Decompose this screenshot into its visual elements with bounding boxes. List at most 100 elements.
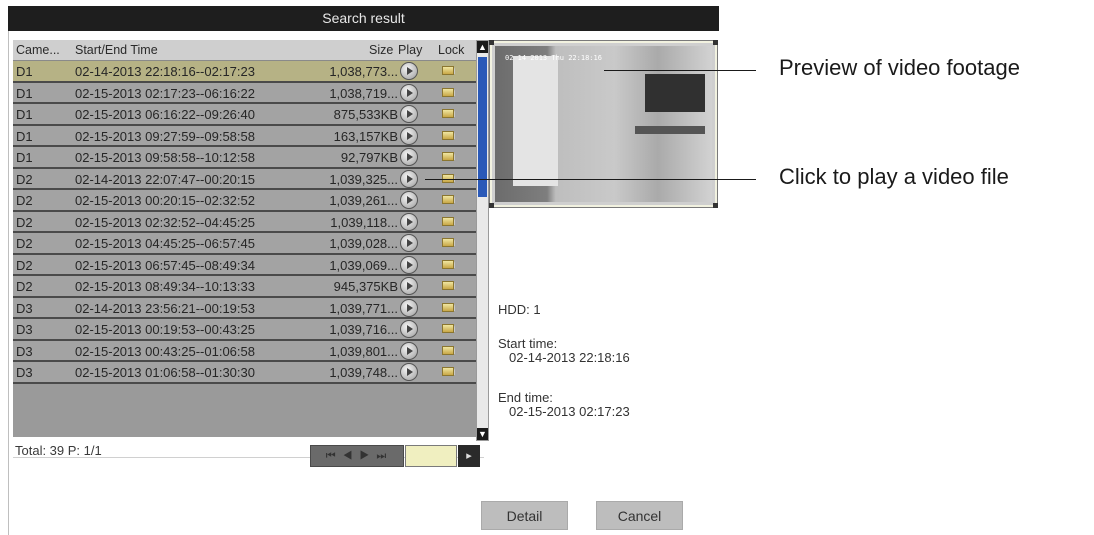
row-time: 02-15-2013 00:19:53--00:43:25 xyxy=(75,322,255,337)
lock-icon[interactable] xyxy=(441,106,457,122)
search-result-dialog: Came... Start/End Time Size Play Lock D1… xyxy=(8,31,719,535)
detail-button[interactable]: Detail xyxy=(481,501,568,530)
play-icon[interactable] xyxy=(400,105,418,123)
row-camera: D2 xyxy=(16,279,33,294)
play-icon[interactable] xyxy=(400,341,418,360)
row-size: 1,038,773... xyxy=(329,64,398,79)
play-icon[interactable] xyxy=(400,169,418,188)
row-camera: D1 xyxy=(16,64,33,79)
callout-line-preview xyxy=(604,70,756,71)
row-time: 02-15-2013 08:49:34--10:13:33 xyxy=(75,279,255,294)
lock-icon[interactable] xyxy=(441,235,457,251)
play-icon[interactable] xyxy=(400,148,418,166)
play-icon[interactable] xyxy=(400,320,418,338)
preview-corner xyxy=(489,40,494,45)
table-row[interactable]: D3 02-15-2013 01:06:58--01:30:30 1,039,748… xyxy=(13,362,483,384)
play-icon[interactable] xyxy=(400,62,418,80)
column-play[interactable]: Play xyxy=(398,43,422,57)
lock-icon[interactable] xyxy=(441,364,457,380)
row-size: 1,039,069... xyxy=(329,257,398,273)
dialog-left-border xyxy=(8,31,9,535)
table-row[interactable]: D2 02-15-2013 02:32:52--04:45:25 1,039,118… xyxy=(13,211,483,233)
table-row[interactable]: D1 02-15-2013 09:27:59--09:58:58 163,157KB xyxy=(13,125,483,147)
scroll-up-icon[interactable]: ▲ xyxy=(477,41,488,53)
lock-icon[interactable] xyxy=(441,343,457,359)
lock-icon[interactable] xyxy=(441,128,457,144)
end-time-label: End time: xyxy=(498,390,553,405)
row-time: 02-14-2013 22:07:47--00:20:15 xyxy=(75,171,255,187)
hdd-label: HDD: 1 xyxy=(498,302,541,317)
table-scrollbar[interactable]: ▲ ▼ xyxy=(476,40,489,441)
table-row[interactable]: D3 02-15-2013 00:43:25--01:06:58 1,039,801… xyxy=(13,340,483,362)
start-time-label: Start time: xyxy=(498,336,558,351)
row-time: 02-15-2013 06:16:22--09:26:40 xyxy=(75,107,255,122)
play-icon[interactable] xyxy=(400,212,418,231)
row-camera: D2 xyxy=(16,214,33,230)
preview-door-shape xyxy=(513,56,558,186)
lock-icon[interactable] xyxy=(441,278,457,294)
row-size: 1,039,325... xyxy=(329,171,398,187)
row-time: 02-15-2013 00:20:15--02:32:52 xyxy=(75,193,255,208)
table-row[interactable]: D1 02-15-2013 02:17:23--06:16:22 1,038,719… xyxy=(13,82,483,104)
lock-icon[interactable] xyxy=(441,300,457,316)
play-icon[interactable] xyxy=(400,191,418,209)
table-body: D1 02-14-2013 22:18:16--02:17:23 1,038,773… xyxy=(13,61,483,384)
row-size: 1,039,748... xyxy=(329,365,398,380)
table-row[interactable]: D2 02-14-2013 22:07:47--00:20:15 1,039,325… xyxy=(13,168,483,190)
play-icon[interactable] xyxy=(400,298,418,317)
play-icon[interactable] xyxy=(400,255,418,274)
table-row[interactable]: D2 02-15-2013 08:49:34--10:13:33 945,375KB xyxy=(13,276,483,298)
column-size[interactable]: Size xyxy=(369,43,393,57)
preview-corner xyxy=(489,203,494,208)
row-camera: D1 xyxy=(16,128,33,144)
table-row[interactable]: D3 02-15-2013 00:19:53--00:43:25 1,039,716… xyxy=(13,319,483,341)
scroll-down-icon[interactable]: ▼ xyxy=(477,428,488,440)
table-header: Came... Start/End Time Size Play Lock xyxy=(13,40,483,61)
table-row[interactable]: D1 02-15-2013 09:58:58--10:12:58 92,797KB xyxy=(13,147,483,169)
lock-icon[interactable] xyxy=(441,63,457,79)
lock-icon[interactable] xyxy=(441,85,457,101)
table-row[interactable]: D3 02-14-2013 23:56:21--00:19:53 1,039,771… xyxy=(13,297,483,319)
lock-icon[interactable] xyxy=(441,321,457,337)
lock-icon[interactable] xyxy=(441,214,457,230)
cancel-button[interactable]: Cancel xyxy=(596,501,683,530)
row-camera: D2 xyxy=(16,236,33,251)
row-size: 1,039,716... xyxy=(329,322,398,337)
row-size: 1,038,719... xyxy=(329,85,398,101)
video-preview: 02 14 2013 Thu 22:18:16 xyxy=(489,40,718,208)
column-lock[interactable]: Lock xyxy=(438,43,464,57)
table-row[interactable]: D2 02-15-2013 04:45:25--06:57:45 1,039,028… xyxy=(13,233,483,255)
table-row[interactable]: D1 02-15-2013 06:16:22--09:26:40 875,533KB xyxy=(13,104,483,126)
lock-icon[interactable] xyxy=(441,149,457,165)
play-icon[interactable] xyxy=(400,277,418,295)
page-number-input[interactable] xyxy=(405,445,457,467)
row-size: 1,039,118... xyxy=(330,214,398,230)
preview-osd-timestamp: 02 14 2013 Thu 22:18:16 xyxy=(505,54,602,62)
go-page-button[interactable]: ▸ xyxy=(458,445,480,467)
preview-monitor-shape xyxy=(645,74,705,112)
row-camera: D3 xyxy=(16,343,33,359)
callout-preview: Preview of video footage xyxy=(779,55,1020,80)
table-row[interactable]: D2 02-15-2013 06:57:45--08:49:34 1,039,069… xyxy=(13,254,483,276)
pagination-controls[interactable]: ⏮ ◀ ▶ ⏭ xyxy=(310,445,404,467)
preview-corner xyxy=(713,203,718,208)
play-icon[interactable] xyxy=(400,363,418,381)
preview-cart-shape xyxy=(635,126,705,134)
play-icon[interactable] xyxy=(400,126,418,145)
play-icon[interactable] xyxy=(400,234,418,252)
table-row[interactable]: D2 02-15-2013 00:20:15--02:32:52 1,039,261… xyxy=(13,190,483,212)
row-camera: D3 xyxy=(16,322,33,337)
row-time: 02-14-2013 23:56:21--00:19:53 xyxy=(75,300,255,316)
preview-corner xyxy=(713,40,718,45)
column-camera[interactable]: Came... xyxy=(16,43,60,57)
row-camera: D2 xyxy=(16,193,33,208)
play-icon[interactable] xyxy=(400,83,418,102)
row-time: 02-15-2013 00:43:25--01:06:58 xyxy=(75,343,255,359)
table-row[interactable]: D1 02-14-2013 22:18:16--02:17:23 1,038,773… xyxy=(13,61,483,83)
total-count: Total: 39 P: 1/1 xyxy=(15,443,102,458)
column-time[interactable]: Start/End Time xyxy=(75,43,158,57)
row-time: 02-15-2013 02:32:52--04:45:25 xyxy=(75,214,255,230)
lock-icon[interactable] xyxy=(441,257,457,273)
scroll-thumb[interactable] xyxy=(478,57,487,197)
lock-icon[interactable] xyxy=(441,192,457,208)
